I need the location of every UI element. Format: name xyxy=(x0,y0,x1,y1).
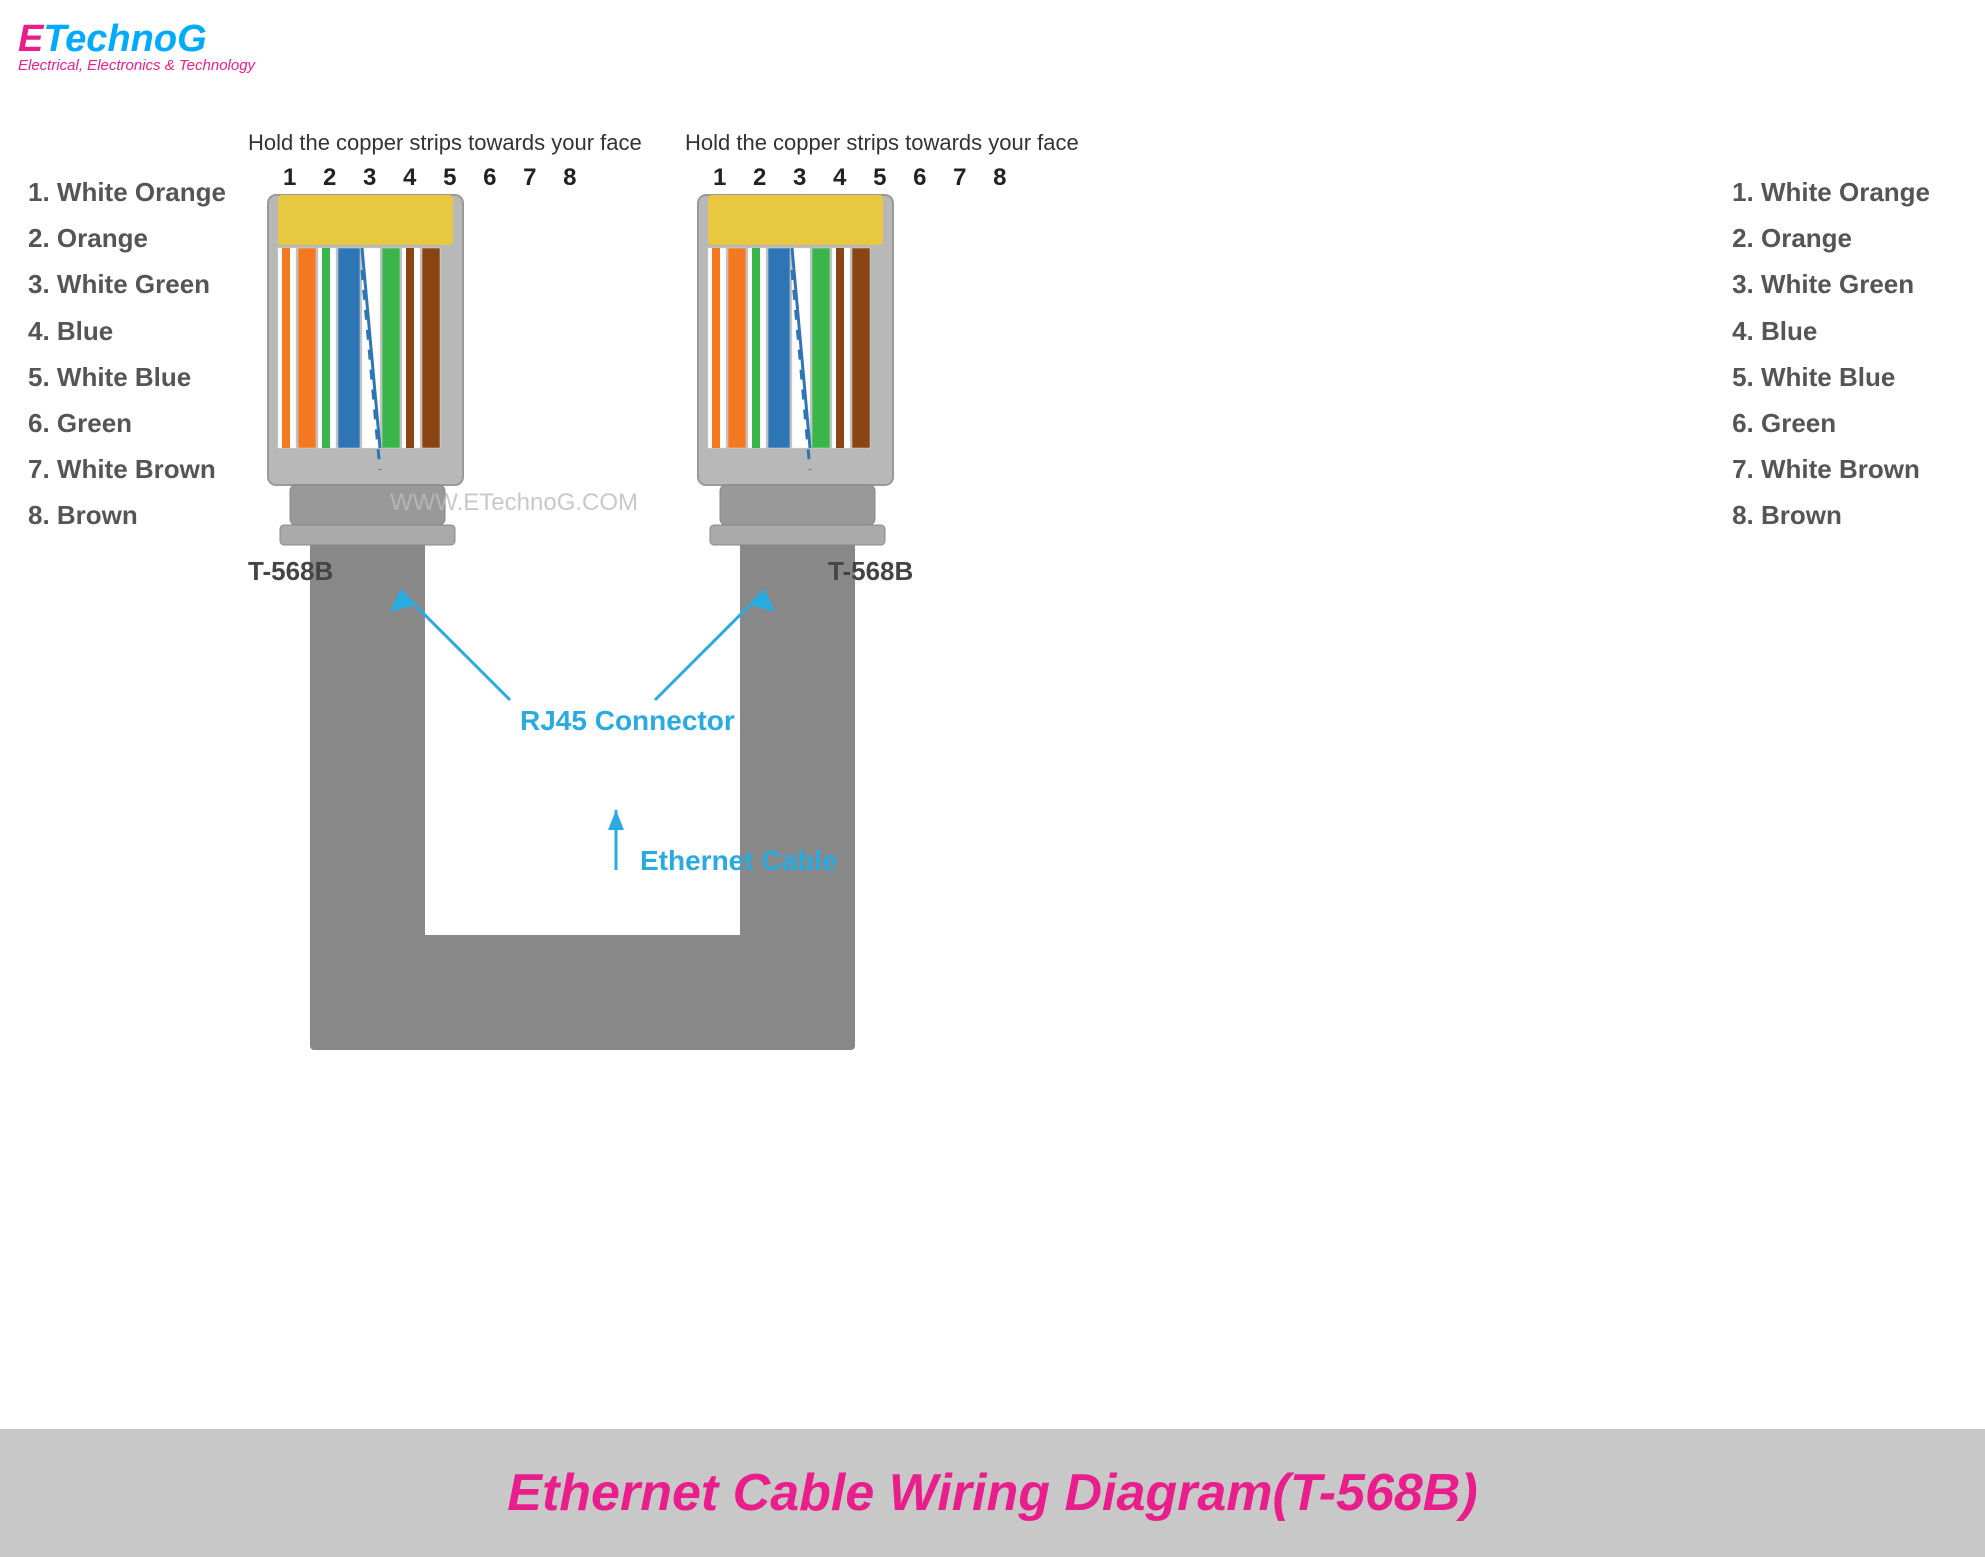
wire-label-right-2: 2. Orange xyxy=(1732,216,1930,260)
wire-label-right-8: 8. Brown xyxy=(1732,493,1930,537)
wire-label-right-6: 6. Green xyxy=(1732,401,1930,445)
wire-label-right-3: 3. White Green xyxy=(1732,262,1930,306)
wire-label-left-2: 2. Orange xyxy=(28,216,226,260)
wire-label-left-3: 3. White Green xyxy=(28,262,226,306)
bottom-banner: Ethernet Cable Wiring Diagram(T-568B) xyxy=(0,1429,1985,1557)
svg-text:1 2 3 4 5 6 7 8: 1 2 3 4 5 6 7 8 xyxy=(713,164,1016,191)
wire-label-left-7: 7. White Brown xyxy=(28,447,226,491)
wire-label-right-7: 7. White Brown xyxy=(1732,447,1930,491)
svg-text:T-568B: T-568B xyxy=(828,556,913,586)
wire-label-right-5: 5. White Blue xyxy=(1732,355,1930,399)
svg-text:RJ45 Connector: RJ45 Connector xyxy=(520,705,735,736)
diagram-svg: Hold the copper strips towards your face… xyxy=(0,0,1985,1430)
svg-text:T-568B: T-568B xyxy=(248,556,333,586)
wire-label-left-8: 8. Brown xyxy=(28,493,226,537)
svg-text:1 2 3 4 5 6 7 8: 1 2 3 4 5 6 7 8 xyxy=(283,164,586,191)
wire-label-left-1: 1. White Orange xyxy=(28,170,226,214)
wire-label-left-5: 5. White Blue xyxy=(28,355,226,399)
wire-label-left-4: 4. Blue xyxy=(28,309,226,353)
bottom-banner-text: Ethernet Cable Wiring Diagram(T-568B) xyxy=(507,1463,1477,1523)
svg-text:Ethernet Cable: Ethernet Cable xyxy=(640,845,838,876)
svg-text:Hold the copper strips towards: Hold the copper strips towards your face xyxy=(685,130,1079,155)
wire-label-right-4: 4. Blue xyxy=(1732,309,1930,353)
wire-label-right-1: 1. White Orange xyxy=(1732,170,1930,214)
svg-text:WWW.ETechnoG.COM: WWW.ETechnoG.COM xyxy=(390,489,638,516)
svg-text:Hold the copper strips towards: Hold the copper strips towards your face xyxy=(248,130,642,155)
wire-labels-right: 1. White Orange 2. Orange 3. White Green… xyxy=(1732,170,1930,540)
wire-labels-left: 1. White Orange 2. Orange 3. White Green… xyxy=(28,170,226,540)
wire-label-left-6: 6. Green xyxy=(28,401,226,445)
